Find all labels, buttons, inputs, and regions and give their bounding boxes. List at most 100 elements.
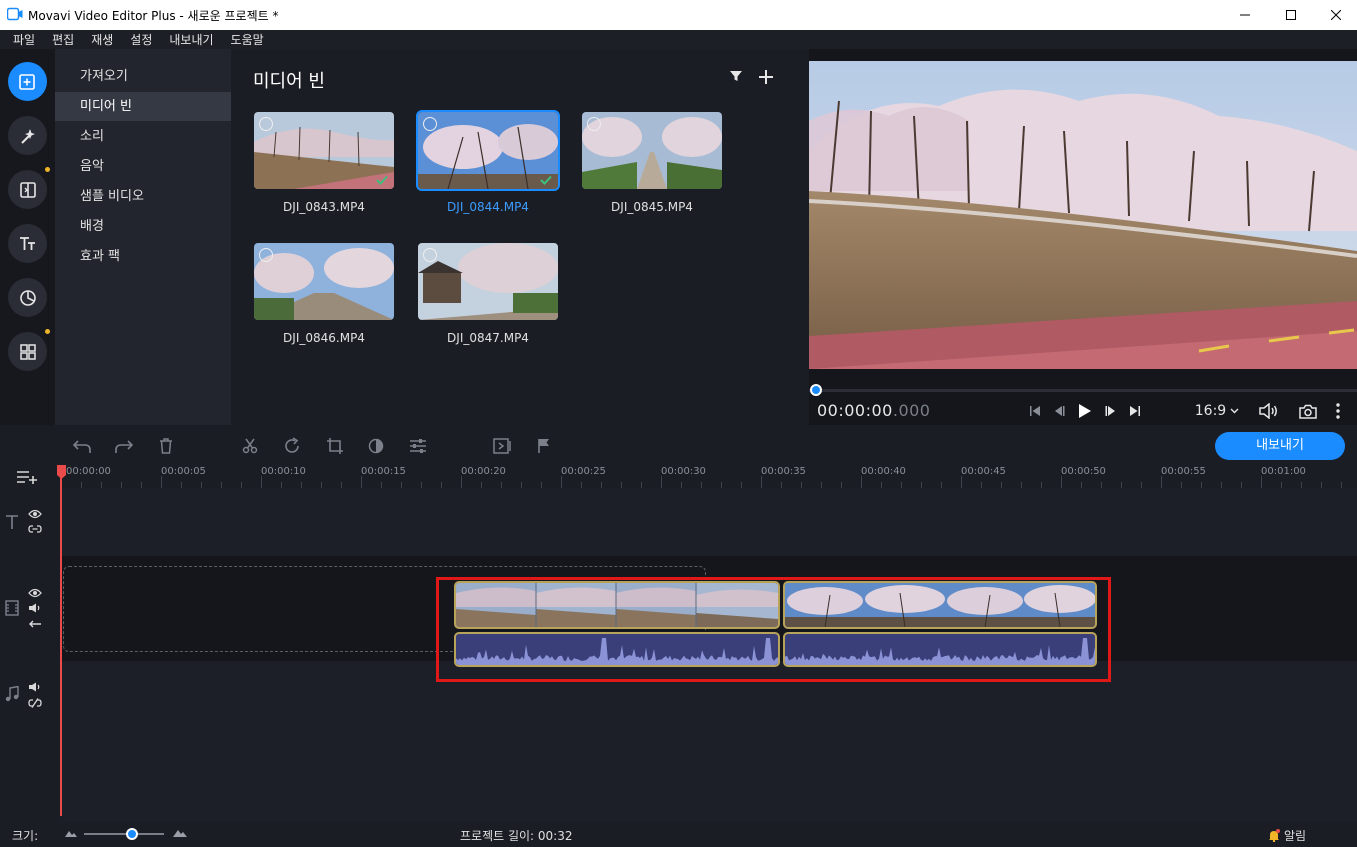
menu-file[interactable]: 파일 [13,31,35,48]
app-window: Movavi Video Editor Plus - 새로운 프로젝트 * 파일… [0,0,1357,847]
notifications-button[interactable]: 알림 [1268,827,1306,844]
add-media-button[interactable] [758,69,774,85]
insert-clip-button[interactable] [492,436,512,456]
media-thumbnail-selected[interactable] [416,110,560,191]
previous-frame-icon [1055,406,1065,416]
color-adjust-button[interactable] [366,436,386,456]
split-button[interactable] [240,436,260,456]
menu-edit[interactable]: 편집 [52,31,74,48]
category-import[interactable]: 가져오기 [55,62,231,91]
window-title: Movavi Video Editor Plus - 새로운 프로젝트 * [28,9,279,23]
stickers-tool-button[interactable] [8,278,47,317]
seek-bar[interactable] [809,389,1357,392]
video-thumbnail-image [418,243,558,320]
zoom-out-button[interactable] [64,828,78,838]
rotate-icon [285,437,299,453]
crop-button[interactable] [325,436,345,456]
clip-properties-button[interactable] [408,436,428,456]
zoom-slider-handle[interactable] [126,828,138,840]
video-track-ripple-button[interactable] [28,619,42,629]
snapshot-button[interactable] [1297,401,1319,421]
previous-frame-button[interactable] [1051,401,1067,421]
redo-button[interactable] [114,436,134,456]
title-bar: Movavi Video Editor Plus - 새로운 프로젝트 * [0,0,1357,30]
filter-button[interactable] [729,69,745,85]
playhead-handle[interactable] [56,464,67,480]
preview-player: 00:00:00.000 16:9 [809,49,1357,425]
menu-settings[interactable]: 설정 [130,31,152,48]
track-header-column [0,462,61,822]
scale-label: 크기: [12,829,39,843]
media-bin-title: 미디어 빈 [253,71,325,92]
volume-button[interactable] [1257,401,1281,421]
next-frame-button[interactable] [1103,401,1119,421]
scissors-icon [242,438,258,454]
media-thumbnail[interactable] [252,110,396,191]
go-to-start-button[interactable] [1027,401,1043,421]
bell-icon [1269,829,1280,842]
video-track-visibility-button[interactable] [28,588,42,598]
export-button[interactable]: 내보내기 [1215,432,1345,460]
marker-button[interactable] [534,436,554,456]
project-length: 프로젝트 길이: 00:32 [460,829,573,843]
video-track-mute-button[interactable] [28,603,42,613]
audio-track-link-button[interactable] [28,698,42,708]
notifications-label: 알림 [1284,829,1307,843]
undo-button[interactable] [72,436,92,456]
category-background[interactable]: 배경 [55,212,231,241]
app-logo-icon [7,7,23,21]
maximize-button[interactable] [1268,0,1314,30]
transitions-tool-button[interactable] [8,167,50,209]
audio-track[interactable] [61,661,1357,822]
category-music[interactable]: 음악 [55,152,231,181]
undo-icon [72,440,91,453]
go-to-end-button[interactable] [1127,401,1143,421]
seek-handle[interactable] [810,384,822,396]
minimize-button[interactable] [1222,0,1268,30]
menu-export[interactable]: 내보내기 [169,31,213,48]
video-thumbnail-image [418,112,558,189]
clip-type-icon [423,117,437,131]
zoom-slider-track[interactable] [84,833,164,835]
media-thumbnail[interactable] [416,241,560,322]
video-preview-frame[interactable] [809,61,1357,369]
next-frame-icon [1105,406,1115,416]
close-button[interactable] [1313,0,1357,30]
menu-playback[interactable]: 재생 [91,31,113,48]
video-thumbnail-image [254,112,394,189]
title-track-visibility-button[interactable] [28,509,42,519]
media-thumbnail[interactable] [580,110,724,191]
rotate-button[interactable] [282,436,302,456]
menu-help[interactable]: 도움말 [231,31,264,48]
media-bin-panel: 미디어 빈 DJI_0843.MP4 DJI_0844.MP4 DJI_0845… [231,49,809,425]
timecode-ms: .000 [892,401,931,420]
filters-tool-button[interactable] [8,116,47,155]
aspect-ratio-dropdown[interactable]: 16:9 [1192,401,1242,421]
category-sound[interactable]: 소리 [55,122,231,151]
insert-icon [493,438,511,454]
playhead[interactable] [60,466,62,816]
play-button[interactable] [1075,401,1095,421]
selection-highlight [436,577,1111,682]
aspect-ratio-value: 16:9 [1194,403,1227,419]
timeline-ruler[interactable]: 00:00:00 00:00:05 00:00:10 00:00:15 00:0… [61,462,1357,488]
import-tool-button[interactable] [8,62,47,101]
video-thumbnail-image [582,112,722,189]
media-thumbnail[interactable] [252,241,396,322]
player-more-button[interactable] [1331,401,1345,421]
audio-track-mute-button[interactable] [28,682,42,692]
zoom-in-button[interactable] [172,827,188,838]
crop-icon [327,438,343,454]
add-track-button[interactable] [16,470,38,484]
category-effect-pack[interactable]: 효과 팩 [55,242,231,271]
titles-tool-button[interactable] [8,224,47,263]
title-track-link-button[interactable] [28,524,42,534]
title-track[interactable] [61,488,1357,556]
category-media-bin[interactable]: 미디어 빈 [55,92,231,121]
link-icon [28,525,42,533]
more-vertical-icon [1336,403,1340,419]
delete-button[interactable] [156,436,176,456]
media-filename: DJI_0843.MP4 [283,200,365,214]
category-sample-video[interactable]: 샘플 비디오 [55,182,231,211]
more-tools-button[interactable] [8,329,50,371]
